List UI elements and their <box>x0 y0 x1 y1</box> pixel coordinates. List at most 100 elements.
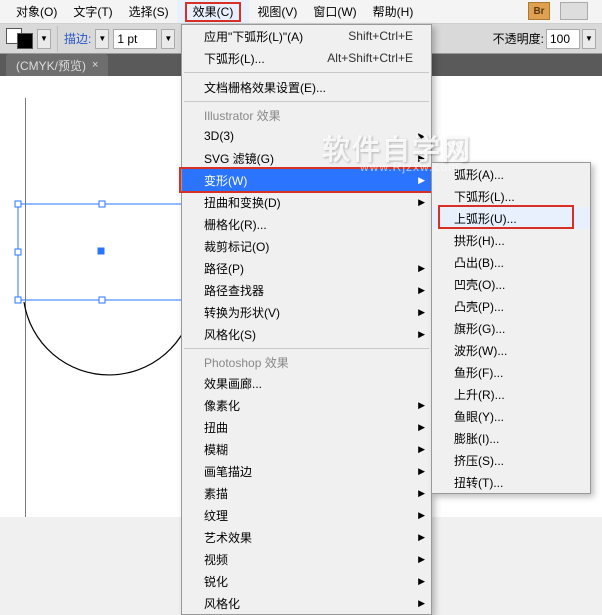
warp-flag[interactable]: 旗形(G)... <box>432 317 590 339</box>
menu-artistic[interactable]: 艺术效果 <box>182 526 431 548</box>
tab-close-button[interactable]: × <box>92 59 98 71</box>
menu-type[interactable]: 文字(T) <box>65 0 120 23</box>
menu-window[interactable]: 窗口(W) <box>305 0 364 23</box>
menu-path[interactable]: 路径(P) <box>182 257 431 279</box>
menu-texture[interactable]: 纹理 <box>182 504 431 526</box>
warp-rise[interactable]: 上升(R)... <box>432 383 590 405</box>
bridge-badge[interactable]: Br <box>528 2 550 20</box>
menu-convert-shape[interactable]: 转换为形状(V) <box>182 301 431 323</box>
document-tab[interactable]: (CMYK/预览) × <box>6 54 108 77</box>
warp-fisheye[interactable]: 鱼眼(Y)... <box>432 405 590 427</box>
label: 下弧形(L)... <box>204 50 265 67</box>
opacity-input[interactable] <box>546 29 580 49</box>
menu-crop-marks[interactable]: 裁剪标记(O) <box>182 235 431 257</box>
menu-brush-strokes[interactable]: 画笔描边 <box>182 460 431 482</box>
label: 旗形(G)... <box>454 320 505 337</box>
menu-distort-ps[interactable]: 扭曲 <box>182 416 431 438</box>
label: 风格化 <box>204 595 240 612</box>
menu-sketch[interactable]: 素描 <box>182 482 431 504</box>
fill-stroke-swatch[interactable] <box>6 28 33 49</box>
warp-inflate[interactable]: 膨胀(I)... <box>432 427 590 449</box>
label: 挤压(S)... <box>454 452 504 469</box>
menu-warp[interactable]: 变形(W) <box>182 169 431 191</box>
arc-path-shape[interactable] <box>16 296 206 416</box>
label: 锐化 <box>204 573 228 590</box>
label: 扭曲 <box>204 419 228 436</box>
opacity-dropdown[interactable]: ▼ <box>582 29 596 49</box>
separator <box>184 101 429 102</box>
menu-blur[interactable]: 模糊 <box>182 438 431 460</box>
label: 3D(3) <box>204 129 234 143</box>
label: 凸出(B)... <box>454 254 504 271</box>
label: 拱形(H)... <box>454 232 505 249</box>
menu-distort-transform[interactable]: 扭曲和变换(D) <box>182 191 431 213</box>
panel-toggle-button[interactable] <box>560 2 588 20</box>
section-illustrator-effects: Illustrator 效果 <box>182 105 431 125</box>
opacity-label: 不透明度: <box>493 30 544 47</box>
menu-help[interactable]: 帮助(H) <box>365 0 422 23</box>
menu-stylize-ai[interactable]: 风格化(S) <box>182 323 431 345</box>
label: 鱼形(F)... <box>454 364 503 381</box>
warp-arch[interactable]: 拱形(H)... <box>432 229 590 251</box>
warp-wave[interactable]: 波形(W)... <box>432 339 590 361</box>
warp-submenu: 弧形(A)... 下弧形(L)... 上弧形(U)... 拱形(H)... 凸出… <box>431 162 591 494</box>
label: 鱼眼(Y)... <box>454 408 504 425</box>
menu-rasterize[interactable]: 栅格化(R)... <box>182 213 431 235</box>
label: 下弧形(L)... <box>454 188 515 205</box>
warp-arc-upper[interactable]: 上弧形(U)... <box>432 207 590 229</box>
selection-bounding-box[interactable] <box>14 200 194 310</box>
warp-arc-lower[interactable]: 下弧形(L)... <box>432 185 590 207</box>
separator <box>184 72 429 73</box>
menu-view[interactable]: 视图(V) <box>249 0 305 23</box>
stroke-swatch[interactable] <box>17 33 33 49</box>
menu-pixelate[interactable]: 像素化 <box>182 394 431 416</box>
menu-video[interactable]: 视频 <box>182 548 431 570</box>
warp-shell-lower[interactable]: 凹壳(O)... <box>432 273 590 295</box>
menu-sharpen[interactable]: 锐化 <box>182 570 431 592</box>
menu-object[interactable]: 对象(O) <box>8 0 65 23</box>
label: 扭曲和变换(D) <box>204 194 281 211</box>
menu-effect-gallery[interactable]: 效果画廊... <box>182 372 431 394</box>
label: 画笔描边 <box>204 463 252 480</box>
shortcut: Alt+Shift+Ctrl+E <box>327 51 413 65</box>
label: 上升(R)... <box>454 386 505 403</box>
stroke-weight-input[interactable] <box>113 29 157 49</box>
menu-effect[interactable]: 效果(C) <box>177 0 250 23</box>
menu-stylize-ps[interactable]: 风格化 <box>182 592 431 614</box>
menubar: 对象(O) 文字(T) 选择(S) 效果(C) 视图(V) 窗口(W) 帮助(H… <box>0 0 602 24</box>
menu-select[interactable]: 选择(S) <box>121 0 177 23</box>
label: 凸壳(P)... <box>454 298 504 315</box>
separator <box>184 348 429 349</box>
warp-squeeze[interactable]: 挤压(S)... <box>432 449 590 471</box>
section-photoshop-effects: Photoshop 效果 <box>182 352 431 372</box>
menu-apply-last-effect[interactable]: 应用"下弧形(L)"(A) Shift+Ctrl+E <box>182 25 431 47</box>
warp-twist[interactable]: 扭转(T)... <box>432 471 590 493</box>
label: 文档栅格效果设置(E)... <box>204 79 326 96</box>
warp-bulge[interactable]: 凸出(B)... <box>432 251 590 273</box>
label: 纹理 <box>204 507 228 524</box>
label: 上弧形(U)... <box>454 210 517 227</box>
fill-dropdown[interactable]: ▼ <box>37 29 51 49</box>
chevron-down-icon: ▼ <box>164 34 172 43</box>
label: SVG 滤镜(G) <box>204 150 274 167</box>
menu-pathfinder[interactable]: 路径查找器 <box>182 279 431 301</box>
menu-3d[interactable]: 3D(3) <box>182 125 431 147</box>
stroke-weight-dropdown[interactable]: ▼ <box>161 29 175 49</box>
label: 膨胀(I)... <box>454 430 499 447</box>
label: 素描 <box>204 485 228 502</box>
warp-arc[interactable]: 弧形(A)... <box>432 163 590 185</box>
label: 转换为形状(V) <box>204 304 280 321</box>
stroke-menu[interactable]: ▼ <box>95 29 109 49</box>
label: 模糊 <box>204 441 228 458</box>
label: 风格化(S) <box>204 326 256 343</box>
tab-title: (CMYK/预览) <box>16 57 86 74</box>
warp-fish[interactable]: 鱼形(F)... <box>432 361 590 383</box>
menu-last-effect[interactable]: 下弧形(L)... Alt+Shift+Ctrl+E <box>182 47 431 69</box>
label: 栅格化(R)... <box>204 216 267 233</box>
label: 路径查找器 <box>204 282 264 299</box>
highlight-effect-menu: 效果(C) <box>185 2 242 22</box>
menu-svg-filter[interactable]: SVG 滤镜(G) <box>182 147 431 169</box>
label: 像素化 <box>204 397 240 414</box>
warp-shell-upper[interactable]: 凸壳(P)... <box>432 295 590 317</box>
menu-doc-raster-settings[interactable]: 文档栅格效果设置(E)... <box>182 76 431 98</box>
